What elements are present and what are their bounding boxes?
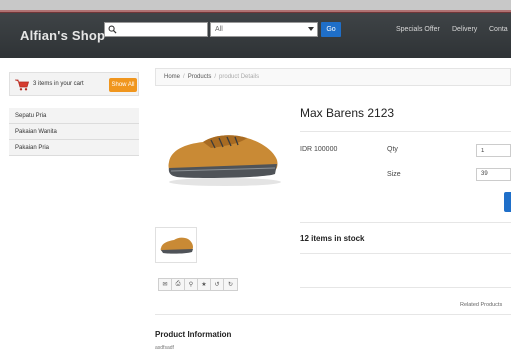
nav-specials-offer[interactable]: Specials Offer xyxy=(396,26,440,33)
qty-label: Qty xyxy=(387,146,398,153)
sidebar-item-sepatu-pria[interactable]: Sepatu Pria xyxy=(9,108,139,124)
divider xyxy=(300,287,511,288)
divider xyxy=(300,253,511,254)
qty-input[interactable] xyxy=(476,144,511,157)
favorite-icon[interactable]: ★ xyxy=(198,279,211,290)
category-select[interactable]: All xyxy=(210,22,318,37)
product-main-image[interactable] xyxy=(155,118,288,190)
breadcrumb: Home / Products / product Details xyxy=(155,68,511,86)
product-thumbnail[interactable] xyxy=(155,227,197,263)
sidebar-item-pakaian-wanita[interactable]: Pakaian Wanita xyxy=(9,124,139,140)
email-icon[interactable]: ✉ xyxy=(159,279,172,290)
cart-icon xyxy=(15,79,29,91)
share-icon[interactable]: ↺ xyxy=(211,279,224,290)
divider xyxy=(155,314,511,315)
site-brand[interactable]: Alfian's Shop xyxy=(20,28,105,43)
search-icon xyxy=(108,25,117,34)
chevron-down-icon xyxy=(308,27,314,31)
cart-summary: 3 items in your cart Show All xyxy=(9,72,139,96)
breadcrumb-home[interactable]: Home xyxy=(164,74,180,80)
cart-count-text[interactable]: 3 items in your cart xyxy=(33,81,84,87)
nav-delivery[interactable]: Delivery xyxy=(452,26,477,33)
size-label: Size xyxy=(387,171,401,178)
breadcrumb-separator: / xyxy=(214,74,217,80)
search-input[interactable] xyxy=(119,23,207,36)
size-select[interactable]: 39 xyxy=(476,168,511,181)
divider xyxy=(300,131,511,132)
sidebar-item-pakaian-pria[interactable]: Pakaian Pria xyxy=(9,140,139,156)
category-selected-value: All xyxy=(215,26,223,33)
top-header: Alfian's Shop All Go Specials Offer Deli… xyxy=(0,0,511,58)
nav-contact[interactable]: Conta xyxy=(489,26,508,33)
forward-icon[interactable]: ↻ xyxy=(224,279,237,290)
print-icon[interactable]: ⎙ xyxy=(172,279,185,290)
product-price: IDR 100000 xyxy=(300,146,338,153)
divider xyxy=(300,222,511,223)
add-to-cart-button[interactable] xyxy=(504,192,511,212)
product-information-text: asdfsadf xyxy=(155,345,174,351)
search-box[interactable] xyxy=(104,22,208,37)
stock-status: 12 items in stock xyxy=(300,234,365,243)
tab-related-products[interactable]: Related Products xyxy=(460,302,502,308)
breadcrumb-current: product Details xyxy=(219,74,260,80)
zoom-icon[interactable]: ⚲ xyxy=(185,279,198,290)
breadcrumb-separator: / xyxy=(183,74,185,80)
product-information-heading: Product Information xyxy=(155,330,232,339)
go-button[interactable]: Go xyxy=(321,22,341,37)
product-toolbar: ✉ ⎙ ⚲ ★ ↺ ↻ xyxy=(158,278,238,291)
category-list: Sepatu Pria Pakaian Wanita Pakaian Pria xyxy=(9,108,139,156)
breadcrumb-products[interactable]: Products xyxy=(188,74,212,80)
show-all-button[interactable]: Show All xyxy=(109,78,137,92)
product-title: Max Barens 2123 xyxy=(300,106,395,120)
header-stripe xyxy=(0,10,511,13)
thumbnail-shoe-image xyxy=(160,237,193,254)
